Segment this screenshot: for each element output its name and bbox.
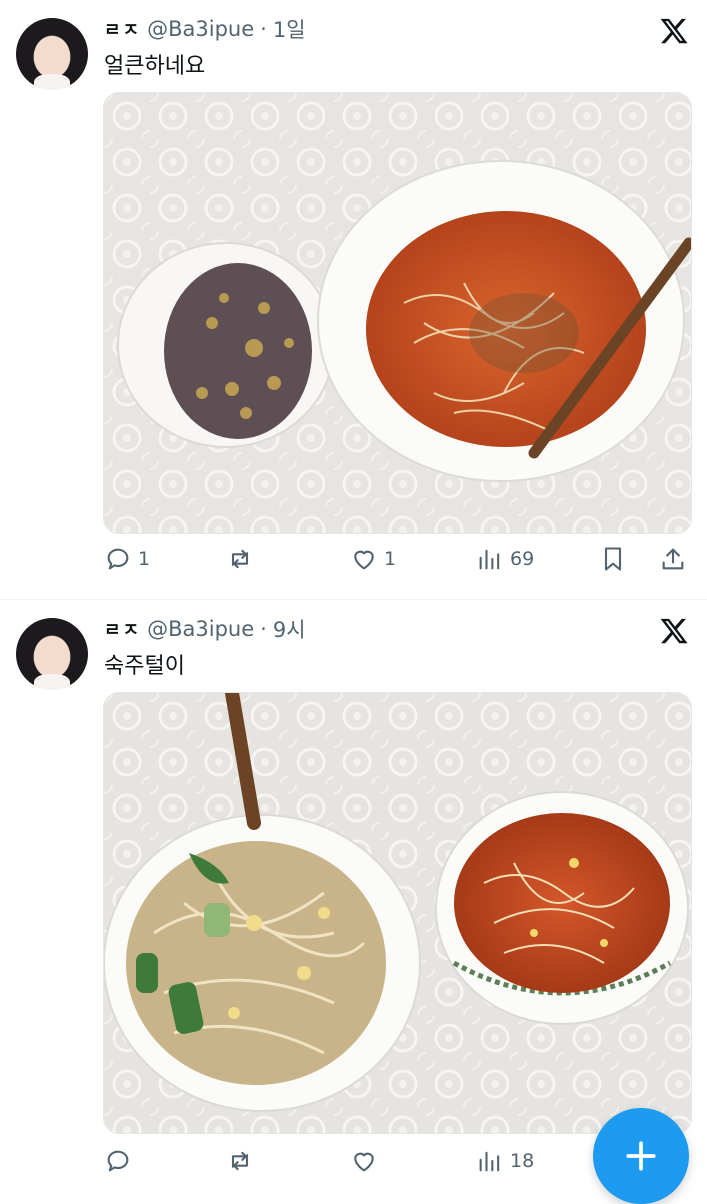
views-button[interactable]: 18 bbox=[476, 1144, 534, 1178]
views-count: 69 bbox=[510, 548, 535, 570]
views-icon bbox=[479, 1151, 500, 1172]
tweet-1[interactable]: ㄹㅈ @Ba3ipue · 1일 얼큰하네요 1 1 69 bbox=[0, 0, 707, 600]
tweet-photo[interactable] bbox=[103, 692, 692, 1134]
reply-icon bbox=[107, 548, 129, 570]
compose-button[interactable] bbox=[593, 1108, 689, 1204]
tweet-actions: 1 1 69 bbox=[104, 542, 690, 576]
like-button[interactable] bbox=[350, 1144, 384, 1178]
tweet-header: ㄹㅈ @Ba3ipue · 1일 bbox=[104, 14, 306, 44]
views-button[interactable]: 69 bbox=[476, 542, 534, 576]
timestamp[interactable]: 9시 bbox=[273, 614, 306, 644]
reply-button[interactable] bbox=[104, 1144, 138, 1178]
views-icon bbox=[479, 549, 500, 570]
views-count: 18 bbox=[510, 1150, 535, 1172]
heart-icon bbox=[354, 550, 374, 570]
plus-icon bbox=[626, 1141, 656, 1171]
display-name[interactable]: ㄹㅈ bbox=[104, 616, 141, 642]
handle[interactable]: @Ba3ipue bbox=[147, 17, 254, 41]
repost-button[interactable] bbox=[226, 1144, 260, 1178]
avatar[interactable] bbox=[16, 618, 88, 690]
share-icon bbox=[662, 548, 684, 570]
like-count: 1 bbox=[384, 548, 397, 570]
timestamp[interactable]: 1일 bbox=[273, 14, 306, 44]
bookmark-button[interactable] bbox=[599, 542, 627, 576]
tweet-text: 숙주털이 bbox=[104, 654, 185, 679]
repost-button[interactable] bbox=[226, 542, 260, 576]
reply-icon bbox=[107, 1150, 129, 1172]
x-logo-icon bbox=[660, 18, 688, 44]
separator: · bbox=[260, 617, 267, 641]
tweet-2[interactable]: ㄹㅈ @Ba3ipue · 9시 숙주털이 18 bbox=[0, 600, 707, 1200]
tweet-header: ㄹㅈ @Ba3ipue · 9시 bbox=[104, 614, 306, 644]
separator: · bbox=[260, 17, 267, 41]
avatar[interactable] bbox=[16, 18, 88, 90]
tweet-photo[interactable] bbox=[103, 92, 692, 534]
reply-count: 1 bbox=[138, 548, 151, 570]
like-button[interactable]: 1 bbox=[350, 542, 396, 576]
repost-icon bbox=[231, 549, 249, 569]
x-logo-icon bbox=[660, 618, 688, 644]
handle[interactable]: @Ba3ipue bbox=[147, 617, 254, 641]
repost-icon bbox=[231, 1151, 249, 1171]
tweet-text: 얼큰하네요 bbox=[104, 54, 206, 79]
heart-icon bbox=[354, 1152, 374, 1172]
bookmark-icon bbox=[604, 547, 622, 571]
display-name[interactable]: ㄹㅈ bbox=[104, 16, 141, 42]
share-button[interactable] bbox=[659, 542, 687, 576]
reply-button[interactable]: 1 bbox=[104, 542, 150, 576]
